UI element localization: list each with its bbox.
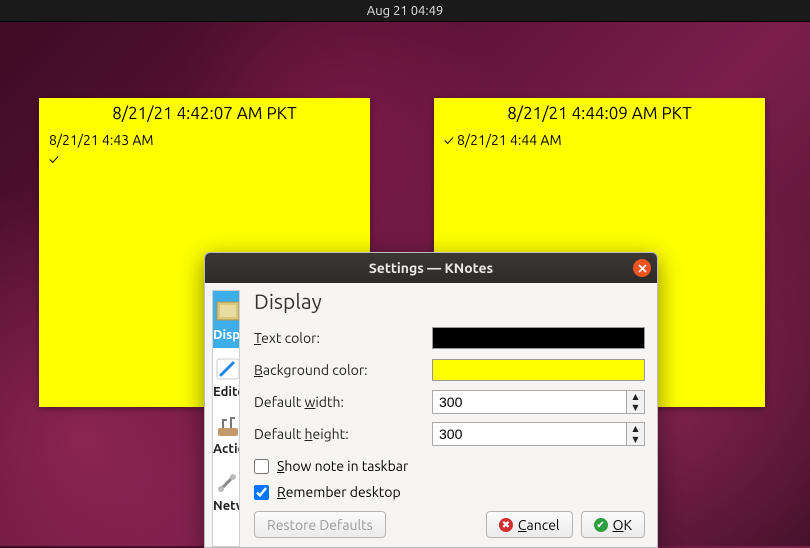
row-default-height: Default height: ▲▼	[254, 419, 645, 449]
button-label: Restore Defaults	[267, 517, 373, 533]
settings-dialog: Settings — KNotes Display Editor	[204, 252, 658, 548]
label-default-width: Default width:	[254, 394, 432, 410]
note-line: ✓ 8/21/21 4:44 AM	[444, 131, 755, 150]
row-show-taskbar: Show note in taskbar	[254, 453, 645, 479]
category-display[interactable]: Display	[213, 291, 239, 348]
clock: Aug 21 04:49	[367, 4, 444, 18]
note-body[interactable]: 8/21/21 4:43 AM ✓	[39, 127, 370, 173]
settings-form: Display Text color: Background color: De…	[240, 283, 657, 547]
row-default-width: Default width: ▲▼	[254, 387, 645, 417]
cancel-icon: ✖	[499, 518, 513, 532]
category-label: Display	[213, 328, 239, 342]
default-height-spinner[interactable]: ▲▼	[432, 422, 645, 446]
ok-button[interactable]: ✔ OK	[581, 511, 645, 538]
actions-icon	[213, 412, 240, 440]
row-bg-color: Background color:	[254, 355, 645, 385]
category-list[interactable]: Display Editor Actions Network	[212, 290, 240, 547]
label-remember-desktop: Remember desktop	[277, 484, 401, 500]
dialog-titlebar[interactable]: Settings — KNotes	[205, 253, 657, 283]
row-text-color: Text color:	[254, 323, 645, 353]
spin-down[interactable]: ▼	[627, 434, 644, 445]
note-body[interactable]: ✓ 8/21/21 4:44 AM	[434, 127, 765, 154]
show-taskbar-checkbox[interactable]	[254, 459, 269, 474]
note-line: ✓	[49, 150, 360, 169]
dialog-title: Settings — KNotes	[369, 260, 493, 276]
close-button[interactable]	[633, 259, 651, 277]
category-editor[interactable]: Editor	[213, 348, 239, 405]
category-actions[interactable]: Actions	[213, 405, 239, 462]
label-bg-color: Background color:	[254, 362, 432, 378]
button-label: Cancel	[518, 517, 560, 533]
category-label: Network	[213, 499, 239, 513]
ok-icon: ✔	[594, 518, 608, 532]
editor-icon	[213, 355, 240, 383]
label-default-height: Default height:	[254, 426, 432, 442]
category-label: Editor	[213, 385, 239, 399]
cancel-button[interactable]: ✖ Cancel	[486, 511, 573, 538]
category-network[interactable]: Network	[213, 462, 239, 519]
button-label: OK	[613, 517, 632, 533]
default-height-input[interactable]	[432, 422, 627, 446]
default-width-spinner[interactable]: ▲▼	[432, 390, 645, 414]
remember-desktop-checkbox[interactable]	[254, 485, 269, 500]
label-text-color: Text color:	[254, 330, 432, 346]
dialog-button-row: Restore Defaults ✖ Cancel ✔ OK	[254, 511, 645, 546]
default-width-input[interactable]	[432, 390, 627, 414]
text-color-picker[interactable]	[432, 327, 645, 349]
top-menu-bar: Aug 21 04:49	[0, 0, 810, 22]
spin-up[interactable]: ▲	[627, 391, 644, 402]
spin-down[interactable]: ▼	[627, 402, 644, 413]
note-title: 8/21/21 4:42:07 AM PKT	[39, 98, 370, 127]
close-icon	[638, 264, 647, 273]
display-icon	[213, 298, 240, 326]
network-icon	[213, 469, 240, 497]
section-heading: Display	[254, 289, 645, 313]
restore-defaults-button[interactable]: Restore Defaults	[254, 511, 386, 538]
label-show-taskbar: Show note in taskbar	[277, 458, 408, 474]
spin-up[interactable]: ▲	[627, 423, 644, 434]
note-title: 8/21/21 4:44:09 AM PKT	[434, 98, 765, 127]
note-line: 8/21/21 4:43 AM	[49, 131, 360, 150]
bg-color-picker[interactable]	[432, 359, 645, 381]
category-label: Actions	[213, 442, 239, 456]
row-remember-desktop: Remember desktop	[254, 479, 645, 505]
